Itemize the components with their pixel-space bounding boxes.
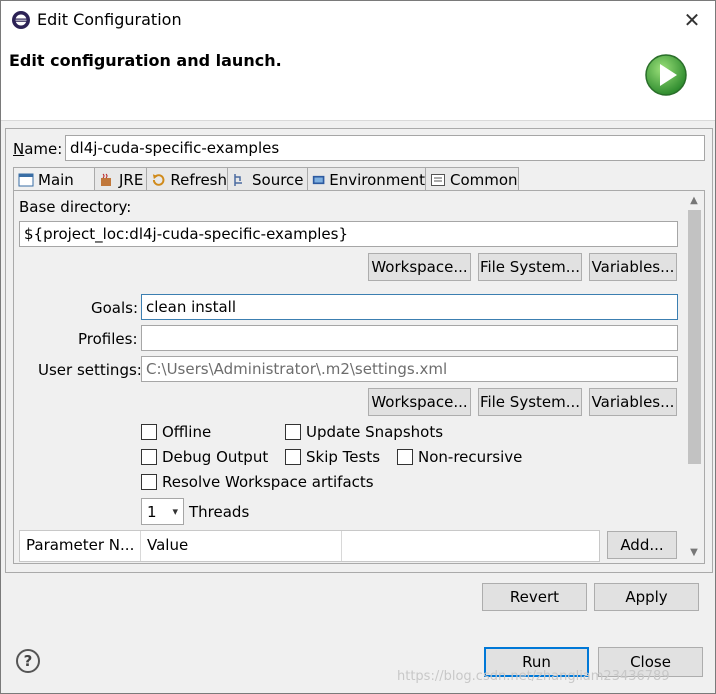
skip-tests-checkbox[interactable]: Skip Tests [285, 448, 380, 466]
scroll-up-icon[interactable]: ▲ [688, 195, 700, 207]
user-settings-label: User settings: [38, 361, 142, 379]
name-label: Name: [13, 140, 63, 158]
file-system-button-2[interactable]: File System... [478, 388, 582, 416]
tab-common-label: Common [450, 170, 518, 189]
skip-tests-label: Skip Tests [306, 448, 381, 466]
vertical-scrollbar[interactable]: ▲ ▼ [684, 192, 704, 562]
close-icon[interactable]: ✕ [677, 5, 707, 35]
update-snapshots-checkbox[interactable]: Update Snapshots [285, 423, 443, 441]
goals-label: Goals: [91, 299, 139, 317]
edit-configuration-dialog: Edit Configuration ✕ Edit configuration … [0, 0, 716, 694]
offline-box[interactable] [141, 424, 157, 440]
source-tab-icon [234, 173, 242, 186]
resolve-workspace-box[interactable] [141, 474, 157, 490]
tab-jre[interactable]: JRE [94, 167, 147, 191]
resolve-workspace-checkbox[interactable]: Resolve Workspace artifacts [141, 473, 374, 491]
workspace-button[interactable]: Workspace... [368, 253, 471, 281]
user-settings-input[interactable]: C:\Users\Administrator\.m2\settings.xml [141, 356, 678, 382]
non-recursive-box[interactable] [397, 449, 413, 465]
dialog-header: Edit configuration and launch. [1, 39, 715, 121]
parameter-name-header[interactable]: Parameter N... [20, 531, 141, 561]
name-label-rest: ame: [24, 140, 63, 158]
tab-environment[interactable]: Environment [307, 167, 426, 191]
goals-input[interactable]: clean install [141, 294, 678, 320]
title-bar: Edit Configuration ✕ [1, 1, 715, 39]
resolve-workspace-label: Resolve Workspace artifacts [162, 473, 374, 491]
tab-main-label: Main [38, 171, 74, 189]
debug-output-box[interactable] [141, 449, 157, 465]
offline-checkbox[interactable]: Offline [141, 423, 211, 441]
variables-button-2[interactable]: Variables... [589, 388, 677, 416]
value-header[interactable]: Value [141, 531, 342, 561]
offline-label: Offline [162, 423, 212, 441]
non-recursive-label: Non-recursive [418, 448, 523, 466]
debug-output-label: Debug Output [162, 448, 269, 466]
base-directory-label: Base directory: [19, 198, 132, 216]
parameter-table[interactable]: Parameter N... Value [19, 530, 600, 562]
scrollbar-thumb[interactable] [688, 210, 701, 464]
environment-tab-icon [312, 175, 325, 184]
file-system-button[interactable]: File System... [478, 253, 582, 281]
window-title: Edit Configuration [37, 10, 182, 29]
name-input[interactable]: dl4j-cuda-specific-examples [65, 135, 705, 161]
skip-tests-box[interactable] [285, 449, 301, 465]
help-icon[interactable]: ? [16, 649, 40, 673]
update-snapshots-box[interactable] [285, 424, 301, 440]
base-directory-input[interactable]: ${project_loc:dl4j-cuda-specific-example… [19, 221, 678, 247]
jre-tab-icon [101, 173, 111, 186]
tab-common[interactable]: Common [425, 167, 519, 191]
chevron-down-icon: ▾ [172, 505, 178, 518]
revert-button[interactable]: Revert [482, 583, 587, 611]
refresh-tab-icon [152, 173, 165, 186]
threads-label: Threads [189, 503, 250, 521]
debug-output-checkbox[interactable]: Debug Output [141, 448, 268, 466]
variables-button[interactable]: Variables... [589, 253, 677, 281]
update-snapshots-label: Update Snapshots [306, 423, 444, 441]
tab-source-label: Source [252, 170, 304, 189]
profiles-input[interactable] [141, 325, 678, 351]
tab-main[interactable]: Main [13, 167, 95, 192]
main-tab-icon [18, 173, 34, 187]
workspace-button-2[interactable]: Workspace... [368, 388, 471, 416]
eclipse-app-icon [12, 11, 30, 29]
watermark: https://blog.csdn.net/zhangliam23436789 [397, 669, 670, 684]
tab-environment-label: Environment [329, 170, 425, 189]
header-title: Edit configuration and launch. [9, 51, 282, 70]
threads-value: 1 [147, 502, 157, 521]
tab-refresh-label: Refresh [170, 170, 227, 189]
apply-button[interactable]: Apply [594, 583, 699, 611]
tab-jre-label: JRE [119, 170, 144, 189]
tab-source[interactable]: Source [227, 167, 308, 191]
scroll-down-icon[interactable]: ▼ [688, 547, 700, 559]
profiles-label: Profiles: [78, 330, 138, 348]
non-recursive-checkbox[interactable]: Non-recursive [397, 448, 522, 466]
common-tab-icon [431, 173, 445, 186]
run-launch-icon [645, 54, 687, 96]
threads-select[interactable]: 1 ▾ [141, 498, 184, 525]
tab-refresh[interactable]: Refresh [146, 167, 228, 191]
add-button[interactable]: Add... [607, 531, 677, 559]
